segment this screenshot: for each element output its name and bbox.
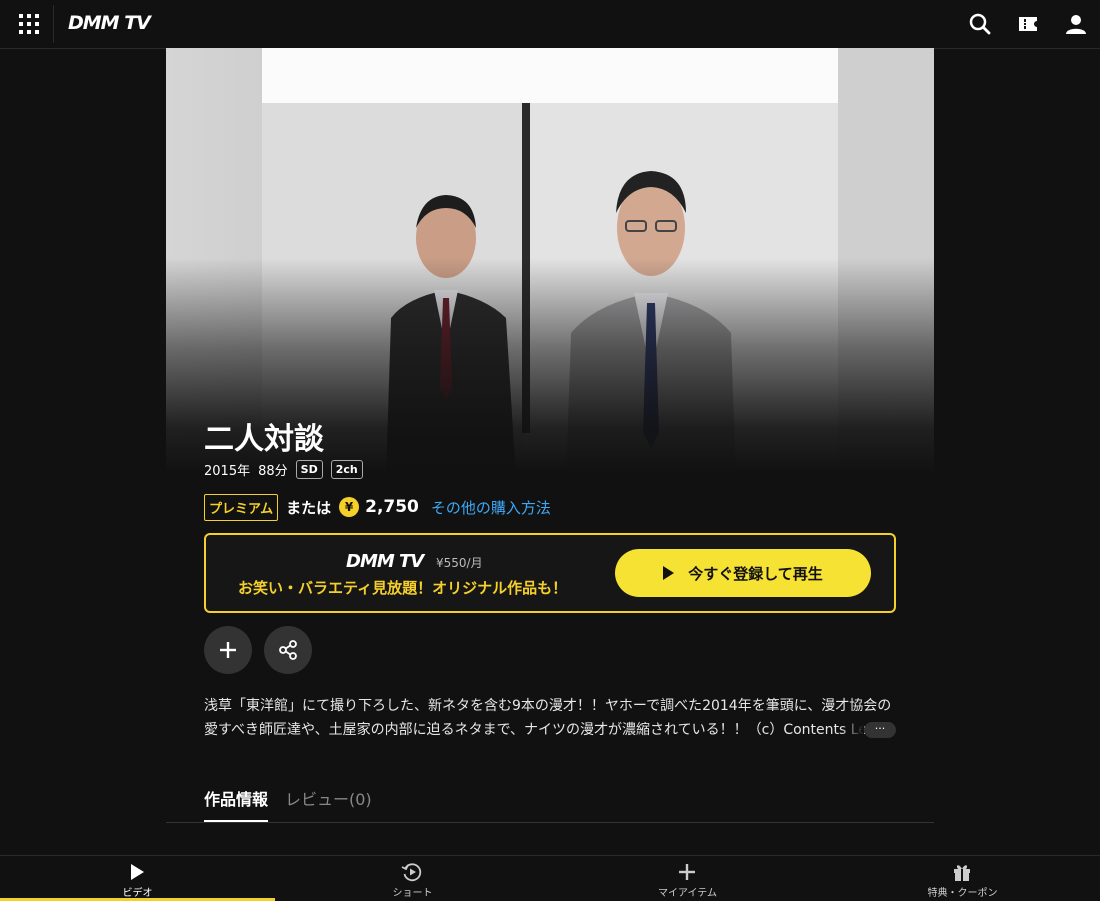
promo-monthly-price: ¥550/月	[436, 556, 483, 570]
grid-menu-icon[interactable]	[19, 14, 39, 34]
bottom-navigation: ビデオ ショート マイアイテム 特典・クーポン	[0, 855, 1100, 901]
quality-badge: SD	[295, 460, 323, 479]
share-icon	[279, 640, 297, 660]
tab-work-info[interactable]: 作品情報	[204, 786, 268, 810]
page-title: 二人対談	[204, 422, 324, 457]
or-label: または	[286, 498, 332, 517]
nav-benefits-coupons-label: 特典・クーポン	[927, 888, 998, 899]
nav-short[interactable]: ショート	[275, 856, 550, 901]
title-meta: 2015年 88分 SD 2ch	[204, 460, 371, 479]
other-purchase-methods-link[interactable]: その他の購入方法	[431, 497, 551, 518]
nav-short-label: ショート	[392, 888, 433, 899]
plus-icon	[220, 642, 236, 658]
plus-icon	[679, 864, 695, 880]
nav-my-items-label: マイアイテム	[658, 888, 717, 899]
promo-copy: お笑い・バラエティ見放題！オリジナル作品も！	[238, 579, 568, 597]
subscription-promo: DMM TV ¥550/月 お笑い・バラエティ見放題！オリジナル作品も！ 今すぐ…	[204, 533, 896, 613]
expand-description-button[interactable]: ···	[864, 722, 896, 738]
audio-badge: 2ch	[330, 460, 363, 479]
promo-dmm-tv-logo: DMM TV	[346, 551, 424, 572]
header-divider	[53, 5, 54, 43]
duration: 88分	[258, 464, 288, 479]
user-icon[interactable]	[1064, 12, 1088, 36]
dmm-tv-logo[interactable]: DMM TV	[68, 12, 151, 34]
nav-my-items[interactable]: マイアイテム	[550, 856, 825, 901]
price-row: プレミアム または ¥ 2,750 その他の購入方法	[204, 493, 551, 521]
active-tab-indicator	[204, 820, 268, 822]
gift-icon	[954, 865, 970, 881]
short-video-icon	[401, 863, 422, 882]
search-icon[interactable]	[968, 12, 992, 36]
top-bar: DMM TV	[0, 0, 1100, 49]
play-icon	[663, 566, 675, 580]
release-year: 2015年	[204, 464, 251, 479]
share-button[interactable]	[264, 626, 312, 674]
purchase-price: 2,750	[365, 497, 419, 517]
hero-image	[166, 48, 934, 473]
subscribe-and-play-button[interactable]: 今すぐ登録して再生	[615, 549, 871, 597]
play-icon	[131, 864, 144, 880]
tab-reviews[interactable]: レビュー(0)	[285, 786, 372, 810]
add-to-mylist-button[interactable]	[204, 626, 252, 674]
nav-video[interactable]: ビデオ	[0, 856, 275, 901]
subscribe-and-play-label: 今すぐ登録して再生	[688, 564, 823, 583]
yen-coin-icon: ¥	[339, 497, 360, 517]
ticket-icon[interactable]	[1016, 12, 1040, 36]
tabs-divider	[166, 822, 934, 823]
nav-benefits-coupons[interactable]: 特典・クーポン	[825, 856, 1100, 901]
nav-video-label: ビデオ	[122, 888, 153, 899]
premium-badge: プレミアム	[204, 493, 279, 521]
description-text: 浅草「東洋館」にて撮り下ろした、新ネタを含む9本の漫才！！ヤホーで調べた2014…	[204, 698, 892, 738]
